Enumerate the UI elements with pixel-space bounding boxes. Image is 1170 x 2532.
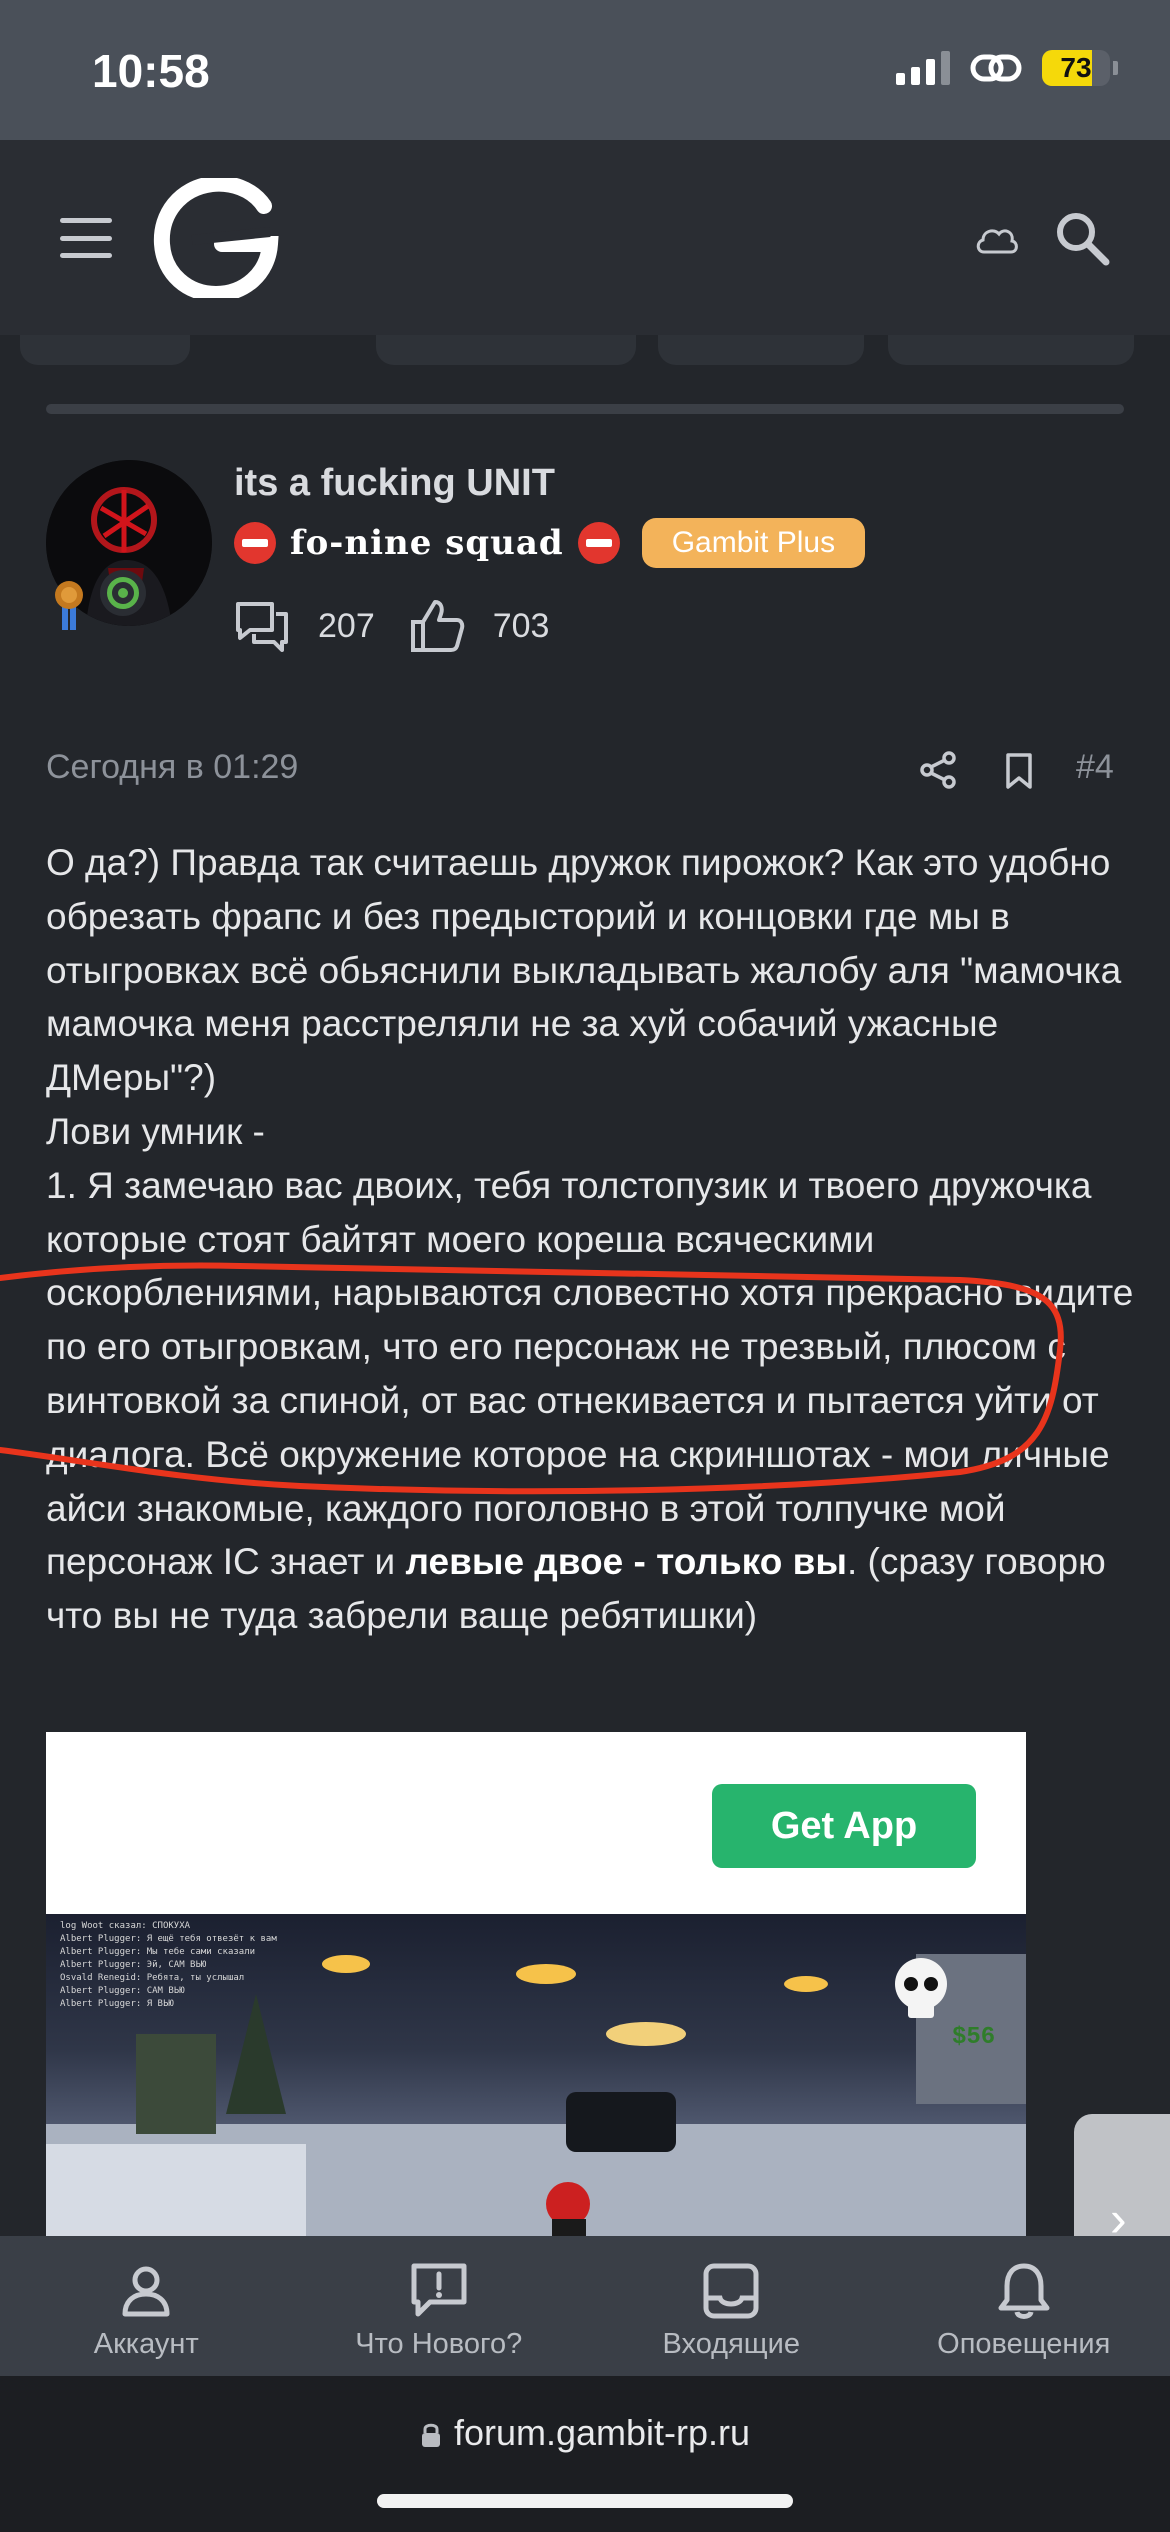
post-date[interactable]: Сегодня в 01:29 [46, 748, 298, 787]
tab-chip[interactable] [888, 335, 1134, 365]
hamburger-menu-icon[interactable] [60, 218, 112, 258]
post-paragraph: Лови умник - [46, 1110, 265, 1152]
game-chat-log: log Woot сказал: СПОКУХА Albert Plugger:… [60, 1921, 277, 2009]
tab-chip[interactable] [20, 335, 190, 365]
divider [46, 404, 1124, 414]
no-entry-icon [234, 522, 276, 564]
messages-icon [236, 602, 288, 652]
gambit-plus-badge: Gambit Plus [641, 518, 866, 568]
nav-notifications[interactable]: Оповещения [878, 2236, 1170, 2376]
site-header [0, 140, 1170, 335]
hud-money: $56 [952, 2024, 996, 2051]
author-title-row: fo-nine squad Gambit Plus [234, 518, 866, 568]
messages-count: 207 [318, 606, 375, 645]
nav-label: Входящие [662, 2328, 801, 2360]
nav-label: Оповещения [937, 2328, 1111, 2360]
lock-icon [421, 2423, 440, 2447]
tab-chip[interactable] [376, 335, 636, 365]
status-bar: 10:58 73 [0, 0, 1170, 140]
skull-hud-icon [895, 1958, 947, 2018]
link-icon [970, 54, 1022, 82]
reactions-count: 703 [492, 606, 550, 645]
url-text: forum.gambit-rp.ru [453, 2412, 751, 2453]
nav-whats-new[interactable]: Что Нового? [293, 2236, 586, 2376]
post-number[interactable]: #4 [1076, 748, 1114, 787]
nav-inbox[interactable]: Входящие [585, 2236, 878, 2376]
search-icon[interactable] [1054, 210, 1110, 266]
game-screenshot[interactable]: log Woot сказал: СПОКУХА Albert Plugger:… [46, 1914, 1026, 2252]
home-indicator[interactable] [377, 2494, 793, 2508]
inbox-icon [703, 2263, 759, 2319]
cellular-signal-icon [896, 51, 950, 85]
battery-text: 73 [1060, 52, 1092, 83]
alert-message-icon [411, 2263, 467, 2317]
gambit-logo[interactable] [152, 178, 282, 298]
author-title: fo-nine squad [290, 523, 564, 563]
bookmark-icon[interactable] [1002, 752, 1036, 790]
url-display[interactable]: forum.gambit-rp.ru [0, 2412, 1170, 2454]
status-icons: 73 [896, 50, 1118, 86]
bell-icon [998, 2263, 1050, 2319]
nav-label: Аккаунт [93, 2328, 199, 2360]
bottom-navigation: Аккаунт Что Нового? Входящие Оповещения [0, 2236, 1170, 2376]
online-status-icon [100, 570, 146, 616]
battery-icon: 73 [1042, 50, 1118, 86]
post-bold-text: левые двое - только вы [405, 1541, 847, 1583]
share-icon[interactable] [918, 750, 958, 790]
medal-icon [55, 581, 83, 630]
account-icon [122, 2266, 170, 2317]
status-time: 10:58 [92, 45, 210, 97]
post-body: О да?) Правда так считаешь дружок пирожо… [46, 836, 1136, 1643]
cloud-icon[interactable] [974, 220, 1020, 260]
carousel-next-button[interactable]: › [1074, 2114, 1170, 2254]
nav-account[interactable]: Аккаунт [0, 2236, 293, 2376]
post-paragraph: О да?) Правда так считаешь дружок пирожо… [46, 842, 1122, 1099]
post-text: 1. Я замечаю вас двоих, тебя толстопузик… [46, 1164, 1134, 1583]
get-app-button[interactable]: Get App [712, 1784, 976, 1868]
nav-label: Что Нового? [355, 2328, 523, 2360]
thumbs-up-icon [410, 600, 464, 652]
embedded-image-block: Get App log Woot сказал: СПОКУХА Albert … [46, 1732, 1026, 2252]
tab-chip[interactable] [658, 335, 864, 365]
author-stats: 207 703 [234, 598, 583, 654]
browser-url-bar[interactable]: forum.gambit-rp.ru [0, 2376, 1170, 2532]
author-username[interactable]: its a fucking UNIT [234, 462, 555, 505]
post-paragraph: 1. Я замечаю вас двоих, тебя толстопузик… [46, 1159, 1136, 1643]
no-entry-icon [577, 522, 620, 564]
